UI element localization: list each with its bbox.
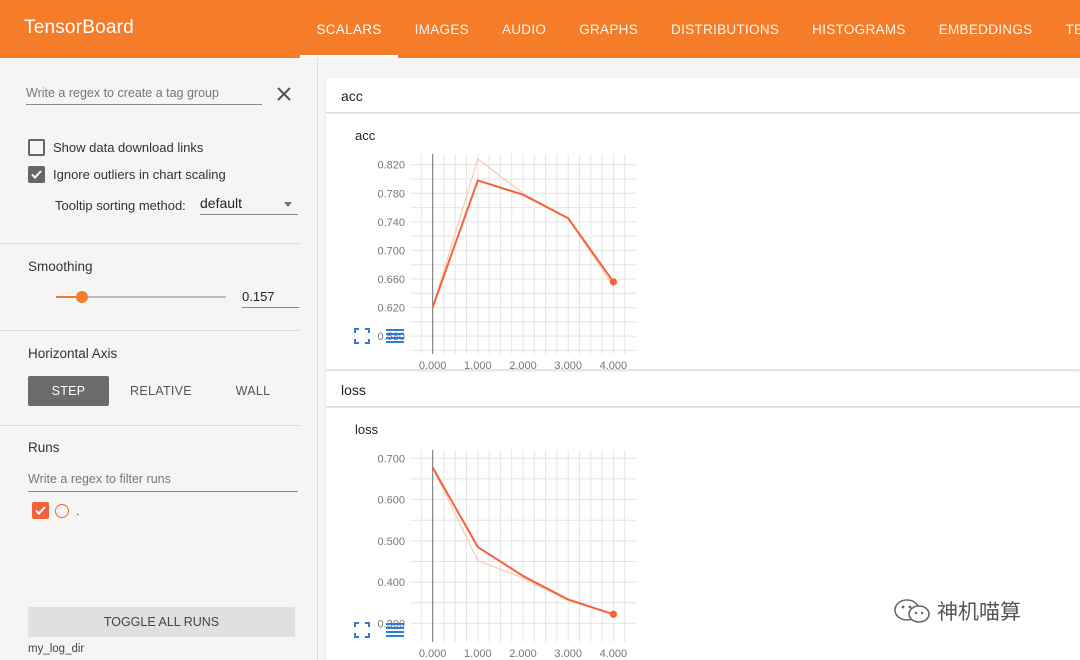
tooltip-sorting-label: Tooltip sorting method: — [55, 198, 186, 213]
tooltip-sorting-value: default — [200, 195, 243, 211]
show-download-links-checkbox[interactable] — [28, 139, 45, 156]
horizontal-axis-title: Horizontal Axis — [28, 346, 118, 361]
chart-actions-loss — [354, 622, 420, 638]
tooltip-sorting-select[interactable]: default — [200, 195, 298, 215]
top-app-bar: TensorBoard SCALARS IMAGES AUDIO GRAPHS … — [0, 0, 1080, 58]
smoothing-slider-knob[interactable] — [76, 291, 88, 303]
horizontal-axis-selector: STEP RELATIVE WALL — [28, 376, 293, 406]
chart-title-loss: loss — [355, 422, 379, 437]
show-download-links-row[interactable]: Show data download links — [28, 139, 203, 156]
axis-wall-button[interactable]: WALL — [213, 376, 293, 406]
x-tick-label: 0.000 — [419, 648, 447, 660]
ignore-outliers-checkbox[interactable] — [28, 166, 45, 183]
smoothing-title: Smoothing — [28, 259, 93, 274]
x-tick-label: 2.000 — [509, 648, 537, 660]
y-tick-label: 0.600 — [377, 495, 405, 507]
axis-relative-button[interactable]: RELATIVE — [109, 376, 213, 406]
tab-audio[interactable]: AUDIO — [485, 0, 562, 58]
tag-group-header-acc[interactable]: acc — [326, 78, 1080, 112]
acc-chart[interactable]: 0.5800.6200.6600.7000.7400.7800.8200.000… — [326, 114, 1080, 369]
run-color-indicator[interactable] — [55, 503, 69, 518]
tab-text[interactable]: TEXT — [1049, 0, 1080, 58]
runs-title: Runs — [28, 440, 60, 455]
x-tick-label: 2.000 — [509, 360, 537, 369]
toggle-all-runs-button[interactable]: TOGGLE ALL RUNS — [28, 607, 295, 637]
x-tick-label: 1.000 — [464, 360, 492, 369]
axis-step-button[interactable]: STEP — [28, 376, 109, 406]
fullscreen-icon[interactable] — [354, 622, 370, 638]
divider — [0, 330, 300, 331]
data-list-icon[interactable] — [386, 622, 404, 638]
divider — [0, 243, 300, 244]
run-filter-input[interactable]: Write a regex to filter runs — [28, 472, 298, 492]
watermark: 神机喵算 — [893, 596, 1021, 626]
last-point-marker — [609, 278, 617, 286]
show-download-links-label: Show data download links — [53, 140, 204, 155]
tab-graphs[interactable]: GRAPHS — [563, 0, 655, 58]
run-name: . — [76, 503, 80, 518]
data-list-icon[interactable] — [386, 328, 404, 344]
y-tick-label: 0.500 — [377, 536, 405, 548]
divider — [0, 425, 300, 426]
chat-bubble-icon — [894, 599, 930, 623]
y-tick-label: 0.620 — [377, 303, 405, 315]
app-title: TensorBoard — [24, 17, 134, 38]
y-tick-label: 0.820 — [377, 160, 405, 172]
chevron-down-icon — [284, 202, 292, 207]
tag-regex-input[interactable]: Write a regex to create a tag group — [26, 86, 262, 105]
x-tick-label: 4.000 — [600, 648, 628, 660]
run-item[interactable]: . — [32, 502, 79, 519]
main-content: acc 0.580 0.620 0.660 0.700 0.740 0.780 0.820 0… — [318, 58, 1080, 660]
close-icon[interactable] — [274, 84, 294, 104]
x-tick-label: 1.000 — [464, 648, 492, 660]
tab-scalars[interactable]: SCALARS — [300, 0, 399, 58]
log-dir-label: my_log_dir — [28, 643, 85, 655]
y-tick-label: 0.400 — [377, 577, 405, 589]
x-tick-label: 0.000 — [419, 360, 447, 369]
tab-embeddings[interactable]: EMBEDDINGS — [922, 0, 1049, 58]
chart-card-acc: 0.580 0.620 0.660 0.700 0.740 0.780 0.820 0.000… — [326, 114, 1080, 369]
tab-distributions[interactable]: DISTRIBUTIONS — [655, 0, 796, 58]
y-tick-label: 0.660 — [377, 274, 405, 286]
check-icon — [35, 506, 46, 515]
tab-histograms[interactable]: HISTOGRAMS — [796, 0, 923, 58]
tag-group-header-loss[interactable]: loss — [326, 372, 1080, 406]
run-checkbox[interactable] — [32, 502, 49, 519]
chart-actions-acc — [354, 328, 420, 344]
x-tick-label: 3.000 — [554, 648, 582, 660]
tab-images[interactable]: IMAGES — [398, 0, 485, 58]
y-tick-label: 0.700 — [377, 245, 405, 257]
y-tick-label: 0.780 — [377, 188, 405, 200]
smoothing-value-input[interactable]: 0.157 — [242, 289, 299, 308]
ignore-outliers-row[interactable]: Ignore outliers in chart scaling — [28, 166, 226, 183]
y-tick-label: 0.740 — [377, 217, 405, 229]
sidebar: Write a regex to create a tag group Show… — [0, 58, 318, 660]
x-tick-label: 4.000 — [600, 360, 628, 369]
last-point-marker — [609, 610, 617, 618]
x-tick-label: 3.000 — [554, 360, 582, 369]
watermark-text: 神机喵算 — [937, 601, 1021, 624]
dashboard-tabs: SCALARS IMAGES AUDIO GRAPHS DISTRIBUTION… — [300, 0, 1080, 58]
ignore-outliers-label: Ignore outliers in chart scaling — [53, 167, 226, 182]
y-tick-label: 0.700 — [377, 453, 405, 465]
chart-title-acc: acc — [355, 128, 376, 143]
fullscreen-icon[interactable] — [354, 328, 370, 344]
check-icon — [31, 170, 42, 179]
